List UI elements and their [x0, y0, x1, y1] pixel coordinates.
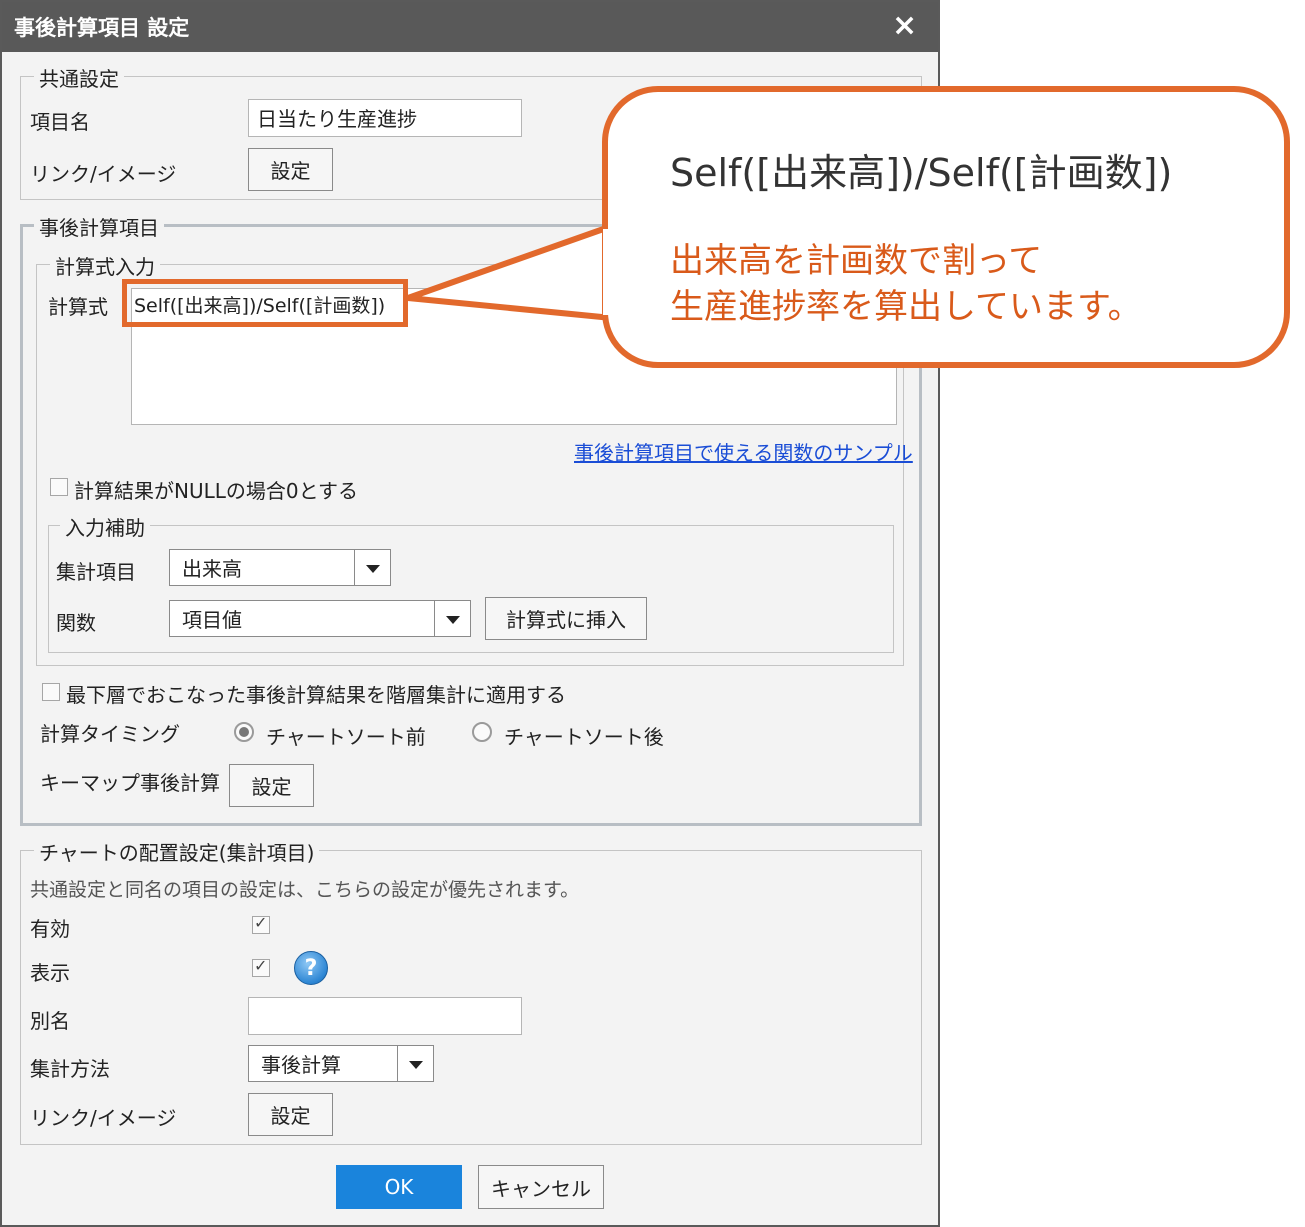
keymap-settings-button[interactable]: 設定 [229, 764, 314, 807]
item-name-input[interactable]: 日当たり生産進捗 [248, 99, 522, 137]
alias-label: 別名 [30, 1009, 70, 1033]
enabled-label: 有効 [30, 917, 70, 941]
insert-formula-button[interactable]: 計算式に挿入 [485, 597, 647, 640]
callout-pointer-join [603, 229, 619, 315]
agg-item-value: 出来高 [182, 557, 242, 581]
display-checkbox[interactable] [252, 956, 270, 977]
alias-input[interactable] [248, 997, 522, 1035]
chart-layout-note: 共通設定と同名の項目の設定は、こちらの設定が優先されます。 [30, 879, 580, 901]
callout-note: 出来高を計画数で割って 生産進捗率を算出しています。 [670, 238, 1142, 330]
agg-method-select[interactable]: 事後計算 [248, 1045, 434, 1082]
callout-note-line1: 出来高を計画数で割って [670, 241, 1043, 281]
item-name-label: 項目名 [30, 110, 90, 134]
chevron-down-icon[interactable] [354, 550, 390, 585]
timing-before-sort-label: チャートソート前 [266, 725, 426, 749]
enabled-checkbox[interactable] [252, 913, 270, 934]
chevron-down-icon[interactable] [397, 1046, 433, 1081]
timing-after-sort-radio[interactable] [472, 722, 492, 742]
timing-after-sort-label: チャートソート後 [504, 725, 664, 749]
agg-item-select[interactable]: 出来高 [169, 549, 391, 586]
cancel-button[interactable]: キャンセル [478, 1165, 604, 1209]
agg-item-label: 集計項目 [56, 560, 136, 584]
link-image-settings-button[interactable]: 設定 [248, 148, 333, 191]
chart-link-image-settings-button[interactable]: 設定 [248, 1093, 333, 1136]
close-icon[interactable]: × [892, 8, 917, 43]
help-icon[interactable]: ? [294, 951, 328, 985]
chart-link-image-label: リンク/イメージ [30, 1106, 177, 1130]
null-zero-label: 計算結果がNULLの場合0とする [74, 479, 359, 503]
function-value: 項目値 [182, 608, 242, 632]
keymap-calc-label: キーマップ事後計算 [40, 771, 220, 795]
formula-label: 計算式 [48, 295, 108, 319]
common-settings-legend: 共通設定 [34, 63, 124, 92]
chevron-down-icon[interactable] [434, 601, 470, 636]
agg-method-value: 事後計算 [261, 1053, 341, 1077]
apply-hierarchy-checkbox[interactable] [42, 683, 60, 701]
dialog-title: 事後計算項目 設定 [14, 16, 190, 40]
input-assist-legend: 入力補助 [60, 512, 150, 541]
callout-formula: Self([出来高])/Self([計画数]) [670, 151, 1173, 195]
formula-highlight-box [122, 279, 408, 327]
chart-layout-legend: チャートの配置設定(集計項目) [34, 837, 320, 866]
ok-button[interactable]: OK [336, 1165, 462, 1209]
post-calc-legend: 事後計算項目 [34, 212, 164, 241]
function-select[interactable]: 項目値 [169, 600, 471, 637]
title-bar: 事後計算項目 設定 × [2, 2, 938, 52]
timing-before-sort-radio[interactable] [234, 722, 254, 742]
callout-note-line2: 生産進捗率を算出しています。 [670, 287, 1142, 327]
null-zero-checkbox[interactable] [50, 478, 68, 496]
agg-method-label: 集計方法 [30, 1057, 110, 1081]
calc-timing-label: 計算タイミング [40, 722, 180, 746]
callout-box: Self([出来高])/Self([計画数]) 出来高を計画数で割って 生産進捗… [602, 86, 1290, 368]
link-image-label: リンク/イメージ [30, 162, 177, 186]
display-label: 表示 [30, 961, 70, 985]
formula-group-legend: 計算式入力 [50, 251, 160, 280]
apply-hierarchy-label: 最下層でおこなった事後計算結果を階層集計に適用する [66, 683, 566, 707]
function-label: 関数 [56, 611, 96, 635]
function-sample-link[interactable]: 事後計算項目で使える関数のサンプル [574, 437, 913, 466]
